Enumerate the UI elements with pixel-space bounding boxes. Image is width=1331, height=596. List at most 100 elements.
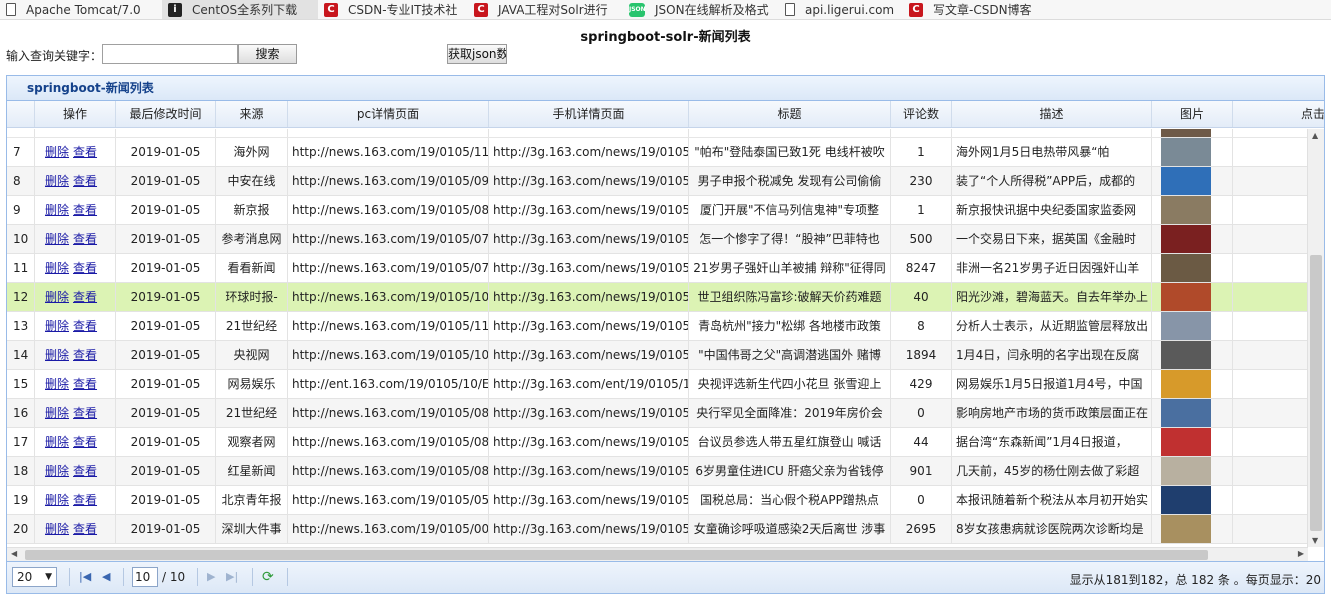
delete-link[interactable]: 删除 — [45, 493, 69, 507]
refresh-icon[interactable]: ⟳ — [262, 569, 274, 585]
delete-link[interactable]: 删除 — [45, 145, 69, 159]
source: 北京青年报 — [216, 486, 288, 515]
scroll-up-icon[interactable]: ▲ — [1312, 131, 1318, 140]
mobile-url: http://3g.163.com/news/19/0105, — [489, 399, 689, 428]
horizontal-scroll-thumb[interactable] — [25, 550, 1208, 560]
source: 观察者网 — [216, 428, 288, 457]
col-clicks[interactable]: 点击 — [1233, 101, 1324, 127]
thumbnail-image — [1161, 196, 1211, 224]
current-page-input[interactable]: 10 — [132, 567, 158, 587]
col-mobile-url[interactable]: 手机详情页面 — [489, 101, 689, 127]
col-description[interactable]: 描述 — [952, 101, 1152, 127]
delete-link[interactable]: 删除 — [45, 464, 69, 478]
grid-body[interactable]: 7 删除 查看 2019-01-05 海外网 http://news.163.com/19… — [7, 129, 1308, 547]
news-title: 台议员参选人带五星红旗登山 喊话 — [689, 428, 891, 457]
view-link[interactable]: 查看 — [73, 203, 97, 217]
click-count — [1233, 370, 1308, 399]
modified-date: 2019-01-05 — [116, 399, 216, 428]
delete-link[interactable]: 删除 — [45, 290, 69, 304]
description: 海外网1月5日电热带风暴“帕 — [952, 138, 1152, 167]
view-link[interactable]: 查看 — [73, 232, 97, 246]
description: 阳光沙滩，碧海蓝天。自去年举办上 — [952, 283, 1152, 312]
scroll-down-icon[interactable]: ▼ — [1312, 536, 1318, 545]
delete-link[interactable]: 删除 — [45, 203, 69, 217]
prev-page-icon[interactable]: ◀ — [102, 571, 110, 583]
scroll-right-icon[interactable]: ▶ — [1298, 549, 1304, 558]
view-link[interactable]: 查看 — [73, 464, 97, 478]
view-link[interactable]: 查看 — [73, 174, 97, 188]
row-actions: 删除 查看 — [35, 254, 116, 283]
delete-link[interactable]: 删除 — [45, 406, 69, 420]
view-link[interactable]: 查看 — [73, 145, 97, 159]
comment-count: 0 — [891, 399, 952, 428]
search-button[interactable]: 搜索 — [238, 44, 297, 64]
bookmark-json[interactable]: JSON JSON在线解析及格式 — [623, 0, 779, 19]
table-row[interactable]: 12 删除 查看 2019-01-05 环球时报-http://news.163.com… — [7, 283, 1308, 312]
view-link[interactable]: 查看 — [73, 377, 97, 391]
pc-url: http://news.163.com/19/0105/08, — [288, 457, 489, 486]
bookmark-ligerui[interactable]: api.ligerui.com — [779, 0, 903, 19]
view-link[interactable]: 查看 — [73, 493, 97, 507]
col-comments[interactable]: 评论数 — [891, 101, 952, 127]
delete-link[interactable]: 删除 — [45, 435, 69, 449]
first-page-icon[interactable]: |◀ — [79, 571, 91, 583]
image-cell — [1152, 370, 1233, 399]
bookmark-csdn[interactable]: C CSDN-专业IT技术社 — [318, 0, 468, 19]
table-row[interactable]: 13 删除 查看 2019-01-05 21世纪经 http://news.163.com… — [7, 312, 1308, 341]
table-row[interactable]: 8 删除 查看 2019-01-05 中安在线 http://news.163.com/1… — [7, 167, 1308, 196]
horizontal-scrollbar[interactable]: ◀ ▶ — [7, 547, 1308, 561]
delete-link[interactable]: 删除 — [45, 232, 69, 246]
col-modified[interactable]: 最后修改时间 — [116, 101, 216, 127]
table-row[interactable]: 18 删除 查看 2019-01-05 红星新闻 http://news.163.com/… — [7, 457, 1308, 486]
page-size-select[interactable]: 20 ▼ — [12, 567, 57, 587]
table-row[interactable]: 19 删除 查看 2019-01-05 北京青年报 http://news.163.com… — [7, 486, 1308, 515]
delete-link[interactable]: 删除 — [45, 348, 69, 362]
table-row[interactable]: 9 删除 查看 2019-01-05 新京报 http://news.163.com/19… — [7, 196, 1308, 225]
bookmark-csdn-write[interactable]: C 写文章-CSDN博客 — [903, 0, 1033, 19]
row-actions: 删除 查看 — [35, 138, 116, 167]
delete-link[interactable]: 删除 — [45, 377, 69, 391]
table-row[interactable]: 16 删除 查看 2019-01-05 21世纪经 http://news.163.com… — [7, 399, 1308, 428]
bookmark-tomcat[interactable]: Apache Tomcat/7.0 — [0, 0, 162, 19]
pc-url: http://news.163.com/19/0105/11, — [288, 312, 489, 341]
delete-link[interactable]: 删除 — [45, 174, 69, 188]
row-actions: 删除 查看 — [35, 399, 116, 428]
view-link[interactable]: 查看 — [73, 319, 97, 333]
table-row[interactable]: 17 删除 查看 2019-01-05 观察者网 http://news.163.com/… — [7, 428, 1308, 457]
table-row[interactable]: 20 删除 查看 2019-01-05 深圳大件事 http://news.163.com… — [7, 515, 1308, 544]
row-number: 20 — [7, 515, 35, 544]
col-image[interactable]: 图片 — [1152, 101, 1233, 127]
view-link[interactable]: 查看 — [73, 406, 97, 420]
view-link[interactable]: 查看 — [73, 261, 97, 275]
delete-link[interactable]: 删除 — [45, 522, 69, 536]
table-row[interactable]: 7 删除 查看 2019-01-05 海外网 http://news.163.com/19… — [7, 138, 1308, 167]
mobile-url: http://3g.163.com/news/19/0105, — [489, 515, 689, 544]
col-source[interactable]: 来源 — [216, 101, 288, 127]
bookmark-java-solr[interactable]: C JAVA工程对Solr进行 — [468, 0, 623, 19]
scroll-left-icon[interactable]: ◀ — [11, 549, 17, 558]
next-page-icon[interactable]: ▶ — [207, 571, 215, 583]
bookmark-centos[interactable]: i CentOS全系列下载 — [162, 0, 318, 19]
table-row-partial — [7, 129, 1308, 138]
table-row[interactable]: 10 删除 查看 2019-01-05 参考消息网 http://news.163.com… — [7, 225, 1308, 254]
delete-link[interactable]: 删除 — [45, 261, 69, 275]
view-link[interactable]: 查看 — [73, 522, 97, 536]
col-actions[interactable]: 操作 — [35, 101, 116, 127]
thumbnail-image — [1161, 341, 1211, 369]
table-row[interactable]: 15 删除 查看 2019-01-05 网易娱乐 http://ent.163.com/1… — [7, 370, 1308, 399]
view-link[interactable]: 查看 — [73, 348, 97, 362]
col-pc-url[interactable]: pc详情页面 — [288, 101, 489, 127]
table-row[interactable]: 11 删除 查看 2019-01-05 看看新闻 http://news.163.com/… — [7, 254, 1308, 283]
delete-link[interactable]: 删除 — [45, 319, 69, 333]
search-input[interactable] — [102, 44, 238, 64]
table-row[interactable]: 14 删除 查看 2019-01-05 央视网 http://news.163.com/1… — [7, 341, 1308, 370]
get-json-button[interactable]: 获取json数 — [447, 44, 507, 64]
view-link[interactable]: 查看 — [73, 435, 97, 449]
pc-url: http://news.163.com/19/0105/08, — [288, 399, 489, 428]
view-link[interactable]: 查看 — [73, 290, 97, 304]
vertical-scroll-thumb[interactable] — [1310, 255, 1322, 531]
col-title[interactable]: 标题 — [689, 101, 891, 127]
vertical-scrollbar[interactable]: ▲ ▼ — [1307, 129, 1324, 547]
last-page-icon[interactable]: ▶| — [226, 571, 238, 583]
pc-url: http://ent.163.com/19/0105/10/E — [288, 370, 489, 399]
